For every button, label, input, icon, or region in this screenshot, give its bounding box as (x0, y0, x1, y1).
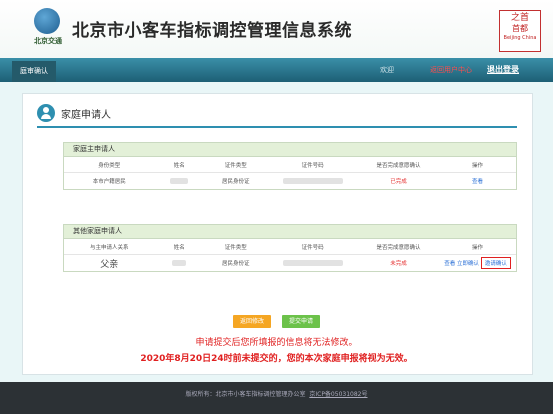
column-header: 证件号码 (267, 157, 358, 173)
actions-cell: 查看 立即确认 邀请确认 (439, 255, 516, 272)
column-header: 证件类型 (204, 239, 268, 255)
section-title: 家庭申请人 (61, 110, 111, 121)
name-cell-redacted (154, 255, 204, 272)
section-header: 家庭申请人 (37, 104, 517, 128)
id-number-cell-redacted (267, 255, 357, 272)
family-applicant-panel: 家庭申请人 家庭主申请人 身份类型 姓名 证件类型 证件号码 是否完成意愿确认 … (22, 93, 533, 375)
person-icon (37, 104, 55, 122)
status-cell: 已完成 (390, 179, 407, 185)
logout-link[interactable]: 退出登录 (487, 64, 519, 75)
table-header-row: 身份类型 姓名 证件类型 证件号码 是否完成意愿确认 操作 (64, 157, 516, 173)
view-link[interactable]: 查看 (444, 261, 455, 267)
footer-copyright: 版权所有：北京市小客车指标调控管理办公室 (185, 391, 306, 398)
notice-line-2: 2020年8月20日24时前未提交的，您的本次家庭申报将视为无效。 (140, 354, 413, 364)
capital-seal-logo: 之首 首都 Beijing China (499, 10, 541, 52)
column-header: 证件类型 (204, 157, 268, 173)
table-header-row: 与主申请人关系 姓名 证件类型 证件号码 是否完成意愿确认 操作 (64, 239, 516, 255)
invite-confirm-link[interactable]: 邀请确认 (480, 257, 511, 269)
welcome-text: 欢迎 (380, 66, 394, 74)
relation-cell: 父亲 (100, 259, 119, 270)
column-header: 是否完成意愿确认 (357, 157, 440, 173)
column-header: 姓名 (154, 239, 205, 255)
table-row: 本市户籍居民 居民身份证 已完成 查看 (64, 173, 516, 190)
column-header: 与主申请人关系 (64, 239, 155, 255)
main-applicant-box: 家庭主申请人 身份类型 姓名 证件类型 证件号码 是否完成意愿确认 操作 本市户… (63, 142, 517, 190)
column-header: 证件号码 (267, 239, 358, 255)
column-header: 身份类型 (64, 157, 155, 173)
main-applicant-table: 身份类型 姓名 证件类型 证件号码 是否完成意愿确认 操作 本市户籍居民 居民身… (64, 157, 516, 189)
back-edit-button[interactable]: 返回修改 (233, 315, 271, 328)
logo-emblem-icon (34, 8, 60, 34)
tab-court-confirm[interactable]: 庭审确认 (12, 61, 56, 82)
system-title: 北京市小客车指标调控管理信息系统 (72, 21, 352, 41)
name-cell-redacted (154, 173, 204, 190)
nav-bar: 庭审确认 欢迎 返回用户中心 退出登录 (0, 58, 553, 82)
other-applicants-table: 与主申请人关系 姓名 证件类型 证件号码 是否完成意愿确认 操作 父亲 居民身份… (64, 239, 516, 271)
identity-cell: 本市户籍居民 (92, 179, 126, 185)
notice-line-1: 申请提交后您所填报的信息将无法修改。 (195, 338, 358, 348)
id-number-cell-redacted (267, 173, 357, 190)
id-type-cell: 居民身份证 (221, 179, 250, 185)
column-header: 姓名 (154, 157, 205, 173)
status-cell: 未完成 (390, 261, 407, 267)
table-row: 父亲 居民身份证 未完成 查看 立即确认 邀请确认 (64, 255, 516, 272)
column-header: 是否完成意愿确认 (357, 239, 440, 255)
id-type-cell: 居民身份证 (221, 261, 250, 267)
logo-text: 北京交通 (34, 37, 62, 45)
other-applicants-title: 其他家庭申请人 (64, 225, 516, 239)
column-header: 操作 (439, 239, 516, 255)
footer-icp-link[interactable]: 京ICP备05031082号 (309, 391, 367, 398)
column-header: 操作 (439, 157, 516, 173)
confirm-now-link[interactable]: 立即确认 (457, 261, 479, 267)
other-applicants-box: 其他家庭申请人 与主申请人关系 姓名 证件类型 证件号码 是否完成意愿确认 操作… (63, 224, 517, 272)
main-applicant-title: 家庭主申请人 (64, 143, 516, 157)
submit-application-button[interactable]: 提交申请 (282, 315, 320, 328)
view-link[interactable]: 查看 (439, 173, 516, 190)
beijing-transport-logo: 北京交通 (26, 8, 70, 50)
page-footer: 版权所有：北京市小客车指标调控管理办公室 京ICP备05031082号 (0, 382, 553, 414)
user-center-link[interactable]: 返回用户中心 (430, 65, 472, 75)
app-header: 北京交通 北京市小客车指标调控管理信息系统 之首 首都 Beijing Chin… (0, 0, 553, 58)
